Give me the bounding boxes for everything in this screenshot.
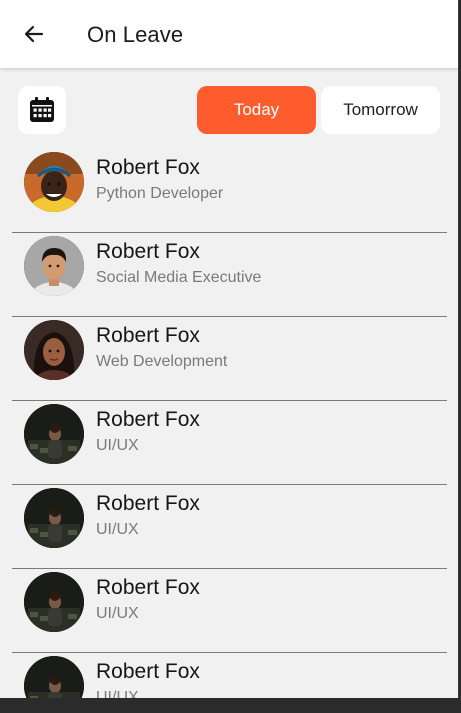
avatar — [24, 320, 84, 380]
employee-role: UI/UX — [96, 605, 139, 622]
calendar-icon — [30, 97, 54, 122]
tomorrow-tab[interactable]: Tomorrow — [321, 86, 440, 134]
employee-name: Robert Fox — [96, 576, 200, 599]
avatar — [24, 236, 84, 296]
calendar-button[interactable] — [18, 86, 66, 134]
employee-role: Web Development — [96, 353, 228, 370]
filter-toolbar: Today Tomorrow — [0, 68, 458, 148]
arrow-left-icon — [24, 25, 44, 43]
avatar — [24, 488, 84, 548]
list-item[interactable]: Robert Fox Web Development — [12, 317, 447, 401]
employee-role: UI/UX — [96, 521, 139, 538]
back-button[interactable] — [18, 18, 50, 50]
list-item[interactable]: Robert Fox Python Developer — [12, 149, 447, 233]
employee-name: Robert Fox — [96, 156, 200, 179]
employee-name: Robert Fox — [96, 492, 200, 515]
employee-name: Robert Fox — [96, 324, 200, 347]
list-item[interactable]: Robert Fox UI/UX — [12, 653, 447, 698]
avatar — [24, 572, 84, 632]
employee-role: Social Media Executive — [96, 269, 262, 286]
app-bar: On Leave — [0, 0, 458, 68]
employee-role: UI/UX — [96, 689, 139, 698]
today-tab[interactable]: Today — [197, 86, 316, 134]
employee-name: Robert Fox — [96, 240, 200, 263]
avatar — [24, 404, 84, 464]
list-item[interactable]: Robert Fox UI/UX — [12, 401, 447, 485]
employee-role: Python Developer — [96, 185, 224, 202]
list-item[interactable]: Robert Fox Social Media Executive — [12, 233, 447, 317]
employee-role: UI/UX — [96, 437, 139, 454]
list-item[interactable]: Robert Fox UI/UX — [12, 485, 447, 569]
avatar — [24, 656, 84, 698]
employee-name: Robert Fox — [96, 660, 200, 683]
page-title: On Leave — [87, 22, 184, 47]
employee-name: Robert Fox — [96, 408, 200, 431]
avatar — [24, 152, 84, 212]
app-screen: On Leave Today Tomorrow Robert Fox Pytho… — [0, 0, 459, 698]
list-item[interactable]: Robert Fox UI/UX — [12, 569, 447, 653]
employee-list: Robert Fox Python Developer Robert Fox S… — [0, 149, 458, 698]
